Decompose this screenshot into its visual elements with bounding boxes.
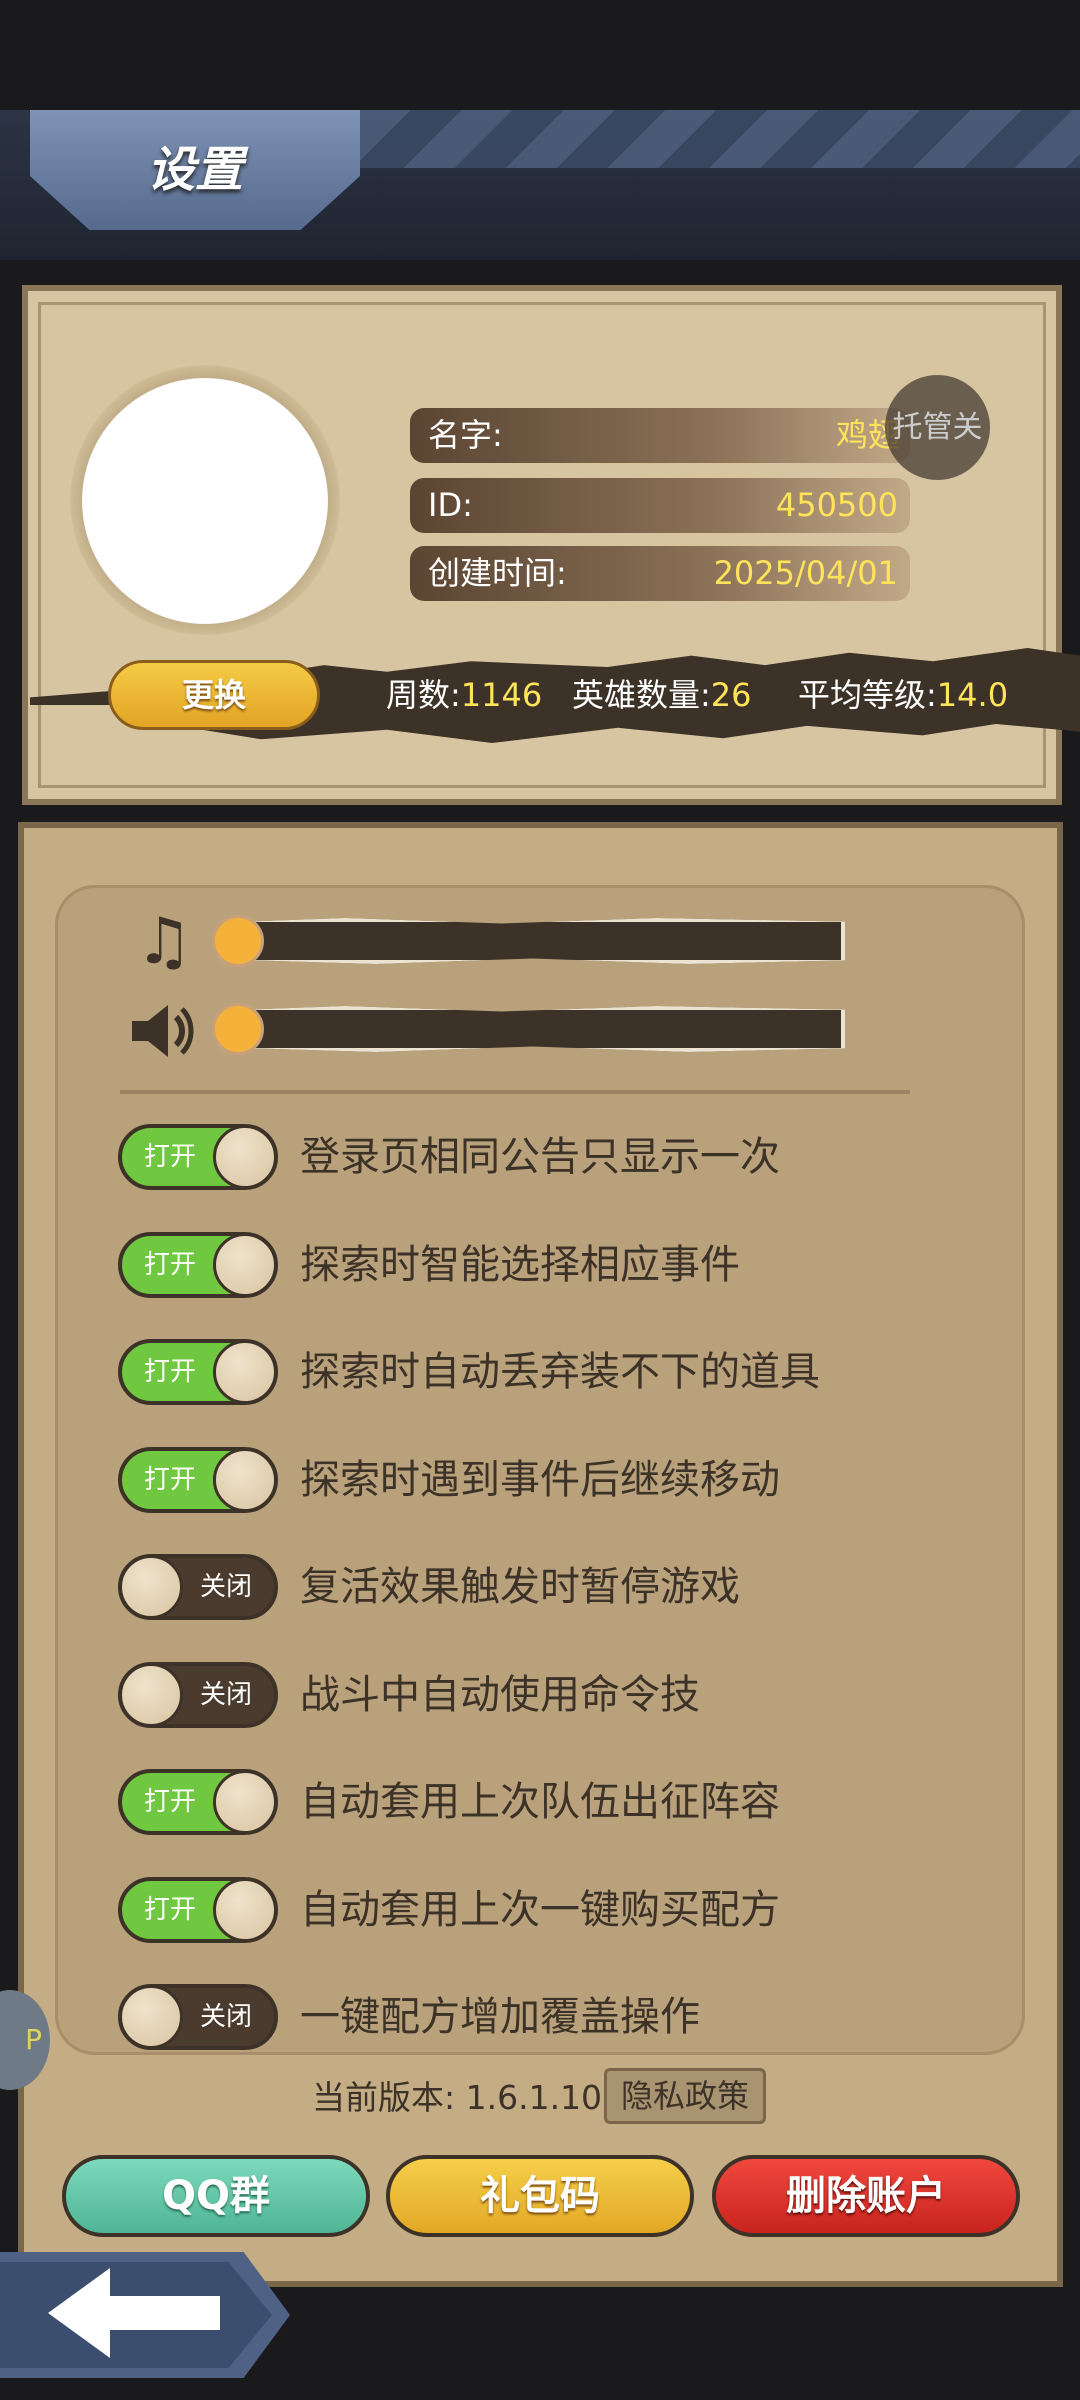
option-label: 探索时自动丢弃装不下的道具 — [300, 1349, 820, 1395]
toggle-knob — [213, 1233, 277, 1297]
toggle-state-label: 打开 — [144, 1465, 197, 1495]
delete-account-button[interactable]: 删除账户 — [712, 2155, 1020, 2237]
option-label: 战斗中自动使用命令技 — [300, 1672, 700, 1718]
option-label: 自动套用上次队伍出征阵容 — [300, 1779, 780, 1825]
option-toggle[interactable]: 打开 — [118, 1769, 278, 1835]
toggle-knob — [119, 1985, 183, 2049]
toggle-knob — [213, 1125, 277, 1189]
sound-volume-slider[interactable] — [220, 1006, 845, 1052]
toggle-knob — [119, 1555, 183, 1619]
qq-group-button[interactable]: QQ群 — [62, 2155, 370, 2237]
weeks-value: 1146 — [460, 676, 543, 714]
option-toggle[interactable]: 关闭 — [118, 1984, 278, 2050]
speaker-icon — [126, 995, 198, 1067]
avg-level-stat: 平均等级:14.0 — [798, 670, 1008, 720]
page-title: 设置 — [146, 142, 243, 198]
option-toggle[interactable]: 打开 — [118, 1124, 278, 1190]
option-label: 探索时遇到事件后继续移动 — [300, 1457, 780, 1503]
option-label: 登录页相同公告只显示一次 — [300, 1134, 780, 1180]
version-text: 当前版本: 1.6.1.10 — [312, 2078, 603, 2117]
privacy-policy-button[interactable]: 隐私政策 — [604, 2068, 766, 2124]
gift-code-button[interactable]: 礼包码 — [386, 2155, 694, 2237]
option-label: 自动套用上次一键购买配方 — [300, 1887, 780, 1933]
heroes-value: 26 — [710, 676, 752, 714]
music-note-icon: ♫ — [135, 905, 193, 979]
toggle-state-label: 打开 — [144, 1357, 197, 1387]
change-avatar-button[interactable]: 更换 — [108, 660, 320, 730]
option-toggle[interactable]: 打开 — [118, 1339, 278, 1405]
option-label: 一键配方增加覆盖操作 — [300, 1994, 700, 2040]
toggle-knob — [213, 1878, 277, 1942]
sound-volume-knob[interactable] — [212, 1003, 264, 1055]
toggle-knob — [213, 1340, 277, 1404]
created-label: 创建时间: — [428, 554, 567, 592]
option-label: 复活效果触发时暂停游戏 — [300, 1564, 740, 1610]
toggle-state-label: 关闭 — [199, 1680, 252, 1710]
toggle-state-label: 打开 — [144, 1142, 197, 1172]
heroes-label: 英雄数量: — [572, 676, 711, 714]
toggle-knob — [213, 1770, 277, 1834]
heroes-stat: 英雄数量:26 — [572, 670, 752, 720]
option-toggle[interactable]: 打开 — [118, 1447, 278, 1513]
option-toggle[interactable]: 关闭 — [118, 1554, 278, 1620]
avg-level-value: 14.0 — [936, 676, 1009, 714]
back-arrow-icon — [40, 2258, 230, 2368]
toggle-state-label: 打开 — [144, 1787, 197, 1817]
weeks-label: 周数: — [386, 676, 461, 714]
id-label: ID: — [428, 486, 473, 524]
trusteeship-toggle-button[interactable]: 托管关 — [885, 375, 990, 480]
id-value: 450500 — [775, 486, 898, 524]
avg-level-label: 平均等级: — [798, 676, 937, 714]
option-label: 探索时智能选择相应事件 — [300, 1242, 740, 1288]
toggle-knob — [213, 1448, 277, 1512]
option-toggle[interactable]: 打开 — [118, 1877, 278, 1943]
weeks-stat: 周数:1146 — [386, 670, 542, 720]
toggle-state-label: 打开 — [144, 1895, 197, 1925]
music-volume-slider[interactable] — [220, 918, 845, 964]
toggle-state-label: 关闭 — [199, 2002, 252, 2032]
option-toggle[interactable]: 打开 — [118, 1232, 278, 1298]
top-bar-decoration — [360, 110, 1080, 168]
created-value: 2025/04/01 — [713, 554, 898, 592]
name-label: 名字: — [428, 416, 503, 454]
option-toggle[interactable]: 关闭 — [118, 1662, 278, 1728]
toggle-state-label: 打开 — [144, 1250, 197, 1280]
avatar[interactable] — [82, 378, 328, 624]
toggle-knob — [119, 1663, 183, 1727]
divider — [120, 1090, 910, 1094]
name-value: 鸡翅 — [835, 416, 900, 454]
music-volume-knob[interactable] — [212, 915, 264, 967]
toggle-state-label: 关闭 — [199, 1572, 252, 1602]
